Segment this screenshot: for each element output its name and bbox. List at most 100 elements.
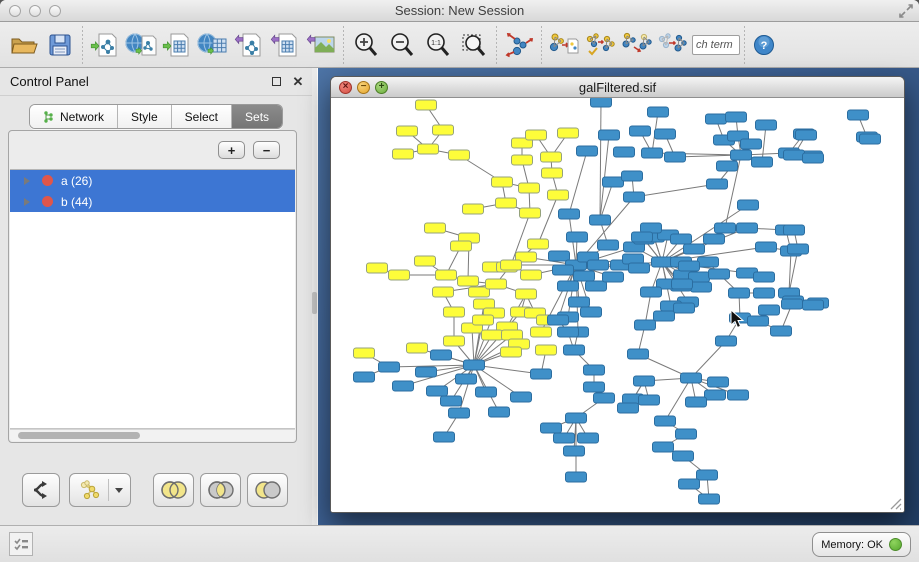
graph-node-yellow[interactable] <box>389 270 410 280</box>
graph-node-blue[interactable] <box>564 345 585 355</box>
graph-node-yellow[interactable] <box>444 336 465 346</box>
graph-node-blue[interactable] <box>569 297 590 307</box>
graph-node-blue[interactable] <box>427 386 448 396</box>
graph-node-blue[interactable] <box>674 303 695 313</box>
graph-node-blue[interactable] <box>784 150 805 160</box>
graph-node-blue[interactable] <box>635 320 656 330</box>
graph-node-blue[interactable] <box>588 260 609 270</box>
graph-node-blue[interactable] <box>738 200 759 210</box>
graph-node-blue[interactable] <box>771 326 792 336</box>
graph-node-blue[interactable] <box>654 311 675 321</box>
graph-node-blue[interactable] <box>554 433 575 443</box>
graph-node-blue[interactable] <box>584 365 605 375</box>
graph-node-blue[interactable] <box>759 305 780 315</box>
apply-layout-button[interactable] <box>501 26 537 64</box>
graph-node-blue[interactable] <box>717 161 738 171</box>
graph-node-yellow[interactable] <box>501 260 522 270</box>
graph-node-blue[interactable] <box>754 272 775 282</box>
graph-node-blue[interactable] <box>549 251 570 261</box>
zoom-out-button[interactable] <box>384 26 420 64</box>
tab-network[interactable]: Network <box>30 105 118 128</box>
set-row-a[interactable]: a (26) <box>10 170 295 191</box>
graph-node-blue[interactable] <box>586 281 607 291</box>
graph-node-blue[interactable] <box>698 257 719 267</box>
venn-intersection-button[interactable] <box>200 473 241 507</box>
horizontal-scrollbar[interactable] <box>10 429 295 441</box>
graph-node-blue[interactable] <box>676 429 697 439</box>
remove-set-button[interactable]: − <box>253 141 280 159</box>
graph-node-blue[interactable] <box>531 369 552 379</box>
graph-node-blue[interactable] <box>704 234 725 244</box>
graph-node-yellow[interactable] <box>425 223 446 233</box>
graph-node-yellow[interactable] <box>519 183 540 193</box>
graph-node-yellow[interactable] <box>449 150 470 160</box>
graph-node-yellow[interactable] <box>433 287 454 297</box>
create-set-from-selection-button[interactable] <box>546 26 582 64</box>
graph-node-blue[interactable] <box>655 416 676 426</box>
graph-node-blue[interactable] <box>354 372 375 382</box>
graph-node-blue[interactable] <box>603 272 624 282</box>
graph-node-blue[interactable] <box>691 282 712 292</box>
graph-node-blue[interactable] <box>634 376 655 386</box>
venn-union-button[interactable] <box>153 473 194 507</box>
graph-node-yellow[interactable] <box>416 100 437 110</box>
set-union-tool-button[interactable] <box>618 26 654 64</box>
graph-node-blue[interactable] <box>699 494 720 504</box>
graph-node-blue[interactable] <box>511 392 532 402</box>
graph-node-blue[interactable] <box>449 408 470 418</box>
graph-node-blue[interactable] <box>697 470 718 480</box>
split-set-button[interactable] <box>22 473 60 507</box>
graph-node-blue[interactable] <box>679 261 700 271</box>
graph-node-blue[interactable] <box>416 367 437 377</box>
graph-node-yellow[interactable] <box>354 348 375 358</box>
graph-node-blue[interactable] <box>803 300 824 310</box>
network-canvas[interactable] <box>331 98 904 512</box>
venn-difference-button[interactable] <box>247 473 288 507</box>
graph-node-blue[interactable] <box>715 223 736 233</box>
graph-node-blue[interactable] <box>456 374 477 384</box>
graph-node-blue[interactable] <box>630 126 651 136</box>
graph-edge[interactable] <box>472 328 474 365</box>
search-input[interactable] <box>692 35 740 55</box>
add-set-button[interactable]: + <box>218 141 245 159</box>
graph-node-blue[interactable] <box>590 215 611 225</box>
graph-node-blue[interactable] <box>705 390 726 400</box>
scrollbar-thumb[interactable] <box>18 432 140 439</box>
graph-node-blue[interactable] <box>598 240 619 250</box>
graph-node-yellow[interactable] <box>463 204 484 214</box>
graph-node-blue[interactable] <box>803 153 824 163</box>
graph-node-blue[interactable] <box>756 120 777 130</box>
network-view-window[interactable]: × − + galFiltered.sif <box>330 76 905 513</box>
graph-node-blue[interactable] <box>706 114 727 124</box>
graph-node-blue[interactable] <box>754 288 775 298</box>
graph-node-blue[interactable] <box>603 177 624 187</box>
graph-node-blue[interactable] <box>578 433 599 443</box>
graph-edge[interactable] <box>762 125 766 162</box>
memory-status-button[interactable]: Memory: OK <box>812 532 911 557</box>
graph-node-blue[interactable] <box>731 150 752 160</box>
graph-node-blue[interactable] <box>577 146 598 156</box>
graph-node-blue[interactable] <box>441 396 462 406</box>
graph-node-blue[interactable] <box>639 395 660 405</box>
graph-node-blue[interactable] <box>548 315 569 325</box>
graph-edge[interactable] <box>691 341 726 378</box>
graph-node-yellow[interactable] <box>558 128 579 138</box>
graph-node-blue[interactable] <box>434 432 455 442</box>
graph-node-blue[interactable] <box>629 263 650 273</box>
graph-node-yellow[interactable] <box>451 241 472 251</box>
graph-node-blue[interactable] <box>752 157 773 167</box>
zoom-actual-size-button[interactable]: 1:1 <box>420 26 456 64</box>
graph-node-blue[interactable] <box>618 403 639 413</box>
graph-node-blue[interactable] <box>641 287 662 297</box>
graph-node-blue[interactable] <box>476 387 497 397</box>
graph-node-yellow[interactable] <box>521 270 542 280</box>
graph-node-blue[interactable] <box>581 307 602 317</box>
graph-node-yellow[interactable] <box>473 315 494 325</box>
graph-node-yellow[interactable] <box>482 330 503 340</box>
graph-node-blue[interactable] <box>796 130 817 140</box>
fullscreen-icon[interactable] <box>899 4 913 18</box>
graph-node-yellow[interactable] <box>407 343 428 353</box>
graph-node-blue[interactable] <box>737 223 758 233</box>
graph-node-blue[interactable] <box>489 407 510 417</box>
create-set-network-dropdown[interactable] <box>69 473 131 507</box>
